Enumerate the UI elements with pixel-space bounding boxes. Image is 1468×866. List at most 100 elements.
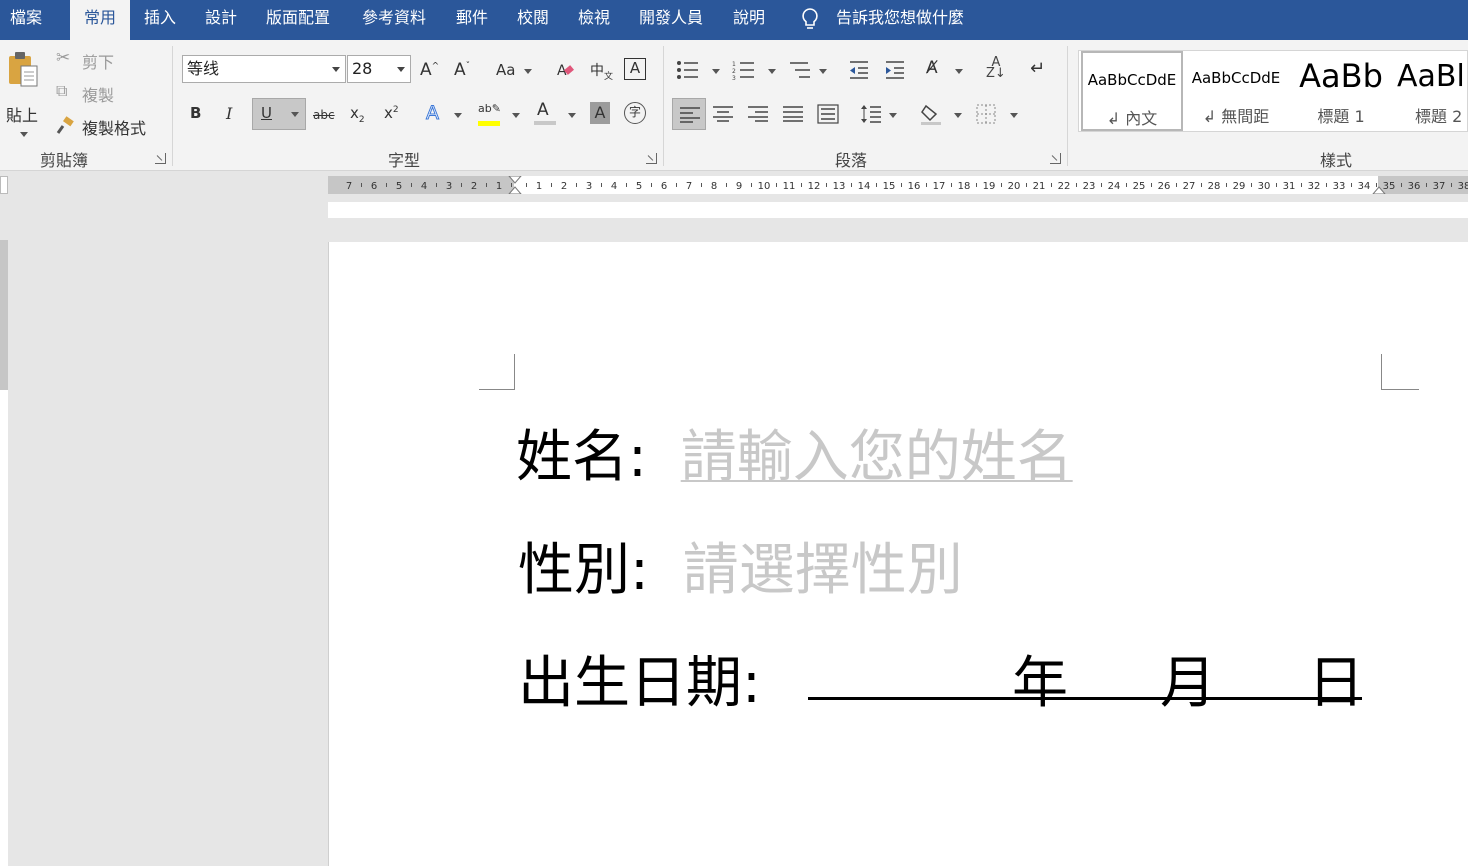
align-right-icon[interactable] (747, 106, 769, 122)
ruler-scale: 7 6 5 4 3 2 1 1 2 3 4 5 6 7 8 9 10 11 12 13 14 15 16 17 18 19 20 21… (346, 181, 1468, 192)
style-heading-2[interactable]: AaBl 標題 2 (1395, 51, 1467, 131)
tell-me-label: 告訴我您想做什麼 (836, 8, 965, 27)
tab-design[interactable]: 設計 (205, 0, 237, 40)
text-direction-icon[interactable]: Ⱥ (926, 58, 938, 78)
grow-font-icon[interactable]: A^ (420, 60, 439, 80)
tab-help[interactable]: 說明 (733, 0, 765, 40)
ruler-number: 22 (1058, 181, 1071, 192)
tab-references[interactable]: 參考資料 (362, 0, 426, 40)
style-name: 標題 1 (1317, 107, 1365, 126)
change-case-icon[interactable]: Aa (496, 61, 515, 79)
ruler-number: 5 (636, 181, 642, 192)
tab-developer[interactable]: 開發人員 (639, 0, 703, 40)
style-name: ↲ 內文 (1106, 109, 1158, 128)
dob-fill-in-line[interactable] (808, 697, 1362, 700)
subscript-icon[interactable]: x2 (350, 104, 365, 125)
numbering-icon[interactable]: 123 (732, 60, 756, 80)
font-group-label: 字型 (388, 151, 421, 170)
chevron-down-icon (454, 113, 462, 118)
ruler-number: 32 (1308, 181, 1321, 192)
ruler-number: 7 (346, 181, 352, 192)
sort-icon[interactable]: A Z↓ (986, 56, 1006, 80)
tab-home[interactable]: 常用 (70, 0, 130, 40)
tab-layout[interactable]: 版面配置 (266, 0, 330, 40)
right-indent-marker-icon[interactable] (1372, 176, 1386, 194)
line-spacing-icon[interactable] (860, 104, 882, 124)
gender-label: 性別: (518, 538, 649, 603)
copy-icon: ⧉ (56, 81, 68, 100)
character-border-icon[interactable]: A (624, 58, 646, 80)
align-left-button[interactable] (672, 98, 706, 130)
format-painter-label: 複製格式 (82, 119, 147, 138)
dob-year-unit: 年 (1012, 651, 1068, 716)
name-placeholder-field[interactable]: 請輸入您的姓名 (681, 425, 1073, 490)
tab-file[interactable]: 檔案 (10, 0, 42, 40)
cut-label: 剪下 (82, 53, 115, 72)
style-preview: AaBl (1397, 59, 1465, 94)
paste-button[interactable]: 貼上 (4, 48, 44, 137)
cut-button[interactable]: ✂ 剪下 (56, 48, 126, 72)
ruler-number: 24 (1108, 181, 1121, 192)
tab-insert[interactable]: 插入 (144, 0, 176, 40)
style-name: ↲ 無間距 (1202, 107, 1270, 126)
font-name-combo[interactable]: 等线 (182, 55, 346, 83)
font-dialog-launcher[interactable] (646, 153, 657, 164)
character-shading-icon[interactable]: A (590, 102, 610, 124)
dob-row: 出生日期: (518, 638, 761, 719)
strikethrough-icon[interactable]: abc (313, 108, 335, 122)
clear-formatting-icon[interactable]: A (556, 60, 576, 80)
ruler-number: 13 (833, 181, 846, 192)
chevron-down-icon (524, 69, 532, 74)
copy-button[interactable]: ⧉ 複製 (56, 81, 126, 105)
chevron-down-icon (712, 69, 720, 74)
borders-icon[interactable] (976, 104, 996, 124)
style-no-spacing[interactable]: AaBbCcDdE ↲ 無間距 (1185, 51, 1287, 131)
paragraph-dialog-launcher[interactable] (1050, 153, 1061, 164)
italic-icon[interactable]: I (226, 104, 232, 123)
font-size-combo[interactable]: 28 (347, 55, 411, 83)
enclose-characters-icon[interactable]: 字 (624, 102, 646, 124)
tab-selector[interactable] (0, 176, 8, 194)
chevron-down-icon (889, 113, 897, 118)
horizontal-ruler[interactable]: 7 6 5 4 3 2 1 1 2 3 4 5 6 7 8 9 10 11 12 13 14 15 16 17 18 19 20 21… (328, 176, 1468, 194)
shading-bucket-icon[interactable] (920, 102, 944, 126)
tab-mailings[interactable]: 郵件 (456, 0, 488, 40)
ruler-number: 25 (1133, 181, 1146, 192)
align-center-icon[interactable] (712, 106, 734, 122)
shrink-font-icon[interactable]: Aˇ (454, 60, 470, 80)
ruler-number: 1 (536, 181, 542, 192)
ruler-number: 1 (496, 181, 502, 192)
bold-icon[interactable]: B (190, 104, 201, 122)
format-painter-button[interactable]: 複製格式 (56, 114, 156, 138)
style-heading-1[interactable]: AaBb 標題 1 (1289, 51, 1393, 131)
underline-button[interactable]: U (252, 98, 306, 130)
superscript-icon[interactable]: x2 (384, 104, 399, 122)
style-normal[interactable]: AaBbCcDdE ↲ 內文 (1081, 51, 1183, 131)
paragraph-group-label: 段落 (835, 151, 868, 170)
dob-label: 出生日期: (518, 651, 761, 716)
svg-text:1: 1 (732, 61, 736, 68)
ruler-top-margin (0, 240, 8, 390)
copy-label: 複製 (82, 86, 115, 105)
increase-indent-icon[interactable] (884, 60, 906, 80)
font-color-button[interactable]: A (534, 100, 556, 128)
text-effects-icon[interactable]: A (426, 102, 440, 125)
phonetic-guide-icon[interactable]: 中文 (590, 60, 613, 82)
decrease-indent-icon[interactable] (848, 60, 870, 80)
bullets-icon[interactable] (676, 60, 700, 80)
ruler-number: 26 (1158, 181, 1171, 192)
highlight-color-button[interactable]: ab✎ (478, 102, 501, 128)
indent-marker-icon[interactable] (508, 176, 522, 194)
vertical-ruler[interactable] (0, 240, 8, 866)
gender-dropdown-placeholder[interactable]: 請選擇性別 (683, 538, 963, 603)
distributed-icon[interactable] (817, 104, 839, 124)
tab-view[interactable]: 檢視 (578, 0, 610, 40)
justify-icon[interactable] (782, 106, 804, 122)
tab-review[interactable]: 校閱 (517, 0, 549, 40)
highlight-color-swatch (478, 121, 500, 126)
clipboard-dialog-launcher[interactable] (155, 153, 166, 164)
ruler-number: 28 (1208, 181, 1221, 192)
ruler-number: 10 (758, 181, 771, 192)
show-hide-marks-icon[interactable]: ↵ (1030, 58, 1045, 79)
multilevel-list-icon[interactable] (788, 60, 812, 80)
